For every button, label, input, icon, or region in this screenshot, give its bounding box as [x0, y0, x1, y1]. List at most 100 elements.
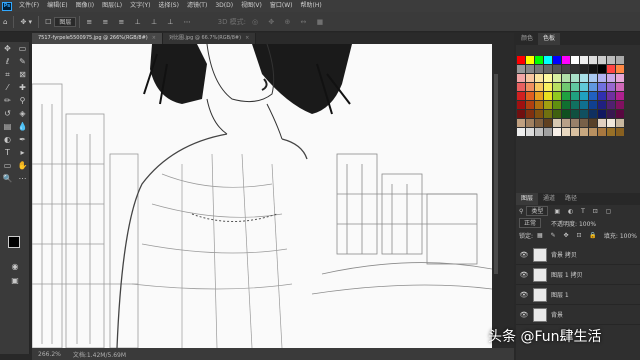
color-swatch[interactable]	[517, 56, 525, 64]
color-swatch[interactable]	[544, 56, 552, 64]
filter-icons[interactable]: ▣ ◐ T ⊡ ▢	[554, 208, 614, 215]
color-swatch[interactable]	[562, 92, 570, 100]
color-swatch[interactable]	[517, 110, 525, 118]
color-swatch[interactable]	[616, 56, 624, 64]
color-swatch[interactable]	[535, 92, 543, 100]
color-swatch[interactable]	[616, 74, 624, 82]
color-swatch[interactable]	[535, 101, 543, 109]
color-swatch[interactable]	[589, 65, 597, 73]
menu-item[interactable]: 窗口(W)	[266, 0, 297, 12]
color-swatch[interactable]	[598, 128, 606, 136]
color-swatch[interactable]	[589, 110, 597, 118]
color-swatch[interactable]	[544, 101, 552, 109]
color-swatch[interactable]	[571, 92, 579, 100]
menu-item[interactable]: 图像(I)	[72, 0, 98, 12]
color-swatch[interactable]	[580, 83, 588, 91]
menu-item[interactable]: 文字(Y)	[126, 0, 154, 12]
color-swatch[interactable]	[535, 56, 543, 64]
color-swatch[interactable]	[562, 119, 570, 127]
color-swatch[interactable]	[544, 128, 552, 136]
color-swatch[interactable]	[571, 56, 579, 64]
color-swatch[interactable]	[553, 119, 561, 127]
menu-item[interactable]: 帮助(H)	[297, 0, 326, 12]
color-swatch[interactable]	[553, 92, 561, 100]
color-swatch[interactable]	[580, 101, 588, 109]
color-swatch[interactable]	[562, 128, 570, 136]
color-swatch[interactable]	[544, 110, 552, 118]
color-swatch[interactable]	[562, 110, 570, 118]
color-swatch[interactable]	[526, 110, 534, 118]
foreground-color-swatch[interactable]	[8, 236, 20, 248]
color-swatch[interactable]	[544, 74, 552, 82]
color-swatch[interactable]	[598, 56, 606, 64]
opacity-label[interactable]: 不透明度: 100%	[551, 219, 596, 228]
color-swatch[interactable]	[580, 74, 588, 82]
color-swatch[interactable]	[544, 119, 552, 127]
eye-icon[interactable]: 👁	[519, 311, 529, 319]
layer-row[interactable]: 👁 背景	[516, 305, 640, 325]
eye-icon[interactable]: 👁	[519, 271, 529, 279]
zoom-tool-row[interactable]: 🔍 ⋯	[0, 172, 30, 185]
color-swatch[interactable]	[535, 74, 543, 82]
color-swatch[interactable]	[526, 83, 534, 91]
color-swatch[interactable]	[517, 101, 525, 109]
document-canvas[interactable]	[32, 44, 492, 348]
menu-item[interactable]: 视图(V)	[237, 0, 266, 12]
screen-mode-icon[interactable]: ▣	[0, 274, 30, 287]
move-tool-row[interactable]: ✥ ▭	[0, 42, 30, 55]
color-swatch[interactable]	[598, 101, 606, 109]
menu-item[interactable]: 3D(D)	[211, 0, 237, 12]
auto-select-checkbox[interactable]: ☐	[45, 18, 51, 26]
color-swatch[interactable]	[598, 74, 606, 82]
tab-layers[interactable]: 图层	[516, 193, 539, 205]
move-tool-icon[interactable]: ✥ ▾	[20, 18, 32, 26]
color-swatch[interactable]	[526, 74, 534, 82]
scroll-thumb[interactable]	[494, 74, 498, 274]
tab-swatches[interactable]: 色板	[538, 33, 561, 45]
color-swatch[interactable]	[562, 65, 570, 73]
color-swatch[interactable]	[544, 83, 552, 91]
eye-icon[interactable]: 👁	[519, 291, 529, 299]
color-swatch[interactable]	[535, 119, 543, 127]
menu-item[interactable]: 编辑(E)	[43, 0, 71, 12]
close-icon[interactable]: ×	[245, 33, 249, 44]
color-swatch[interactable]	[571, 119, 579, 127]
color-swatch[interactable]	[517, 65, 525, 73]
menu-item[interactable]: 图层(L)	[98, 0, 126, 12]
color-swatch[interactable]	[607, 101, 615, 109]
color-swatch[interactable]	[553, 56, 561, 64]
color-swatch[interactable]	[517, 119, 525, 127]
menu-item[interactable]: 选择(S)	[154, 0, 183, 12]
color-swatch[interactable]	[616, 101, 624, 109]
color-swatch[interactable]	[607, 128, 615, 136]
color-swatch[interactable]	[598, 110, 606, 118]
menu-item[interactable]: 文件(F)	[15, 0, 43, 12]
color-swatch[interactable]	[526, 92, 534, 100]
fill-label[interactable]: 填充: 100%	[604, 231, 637, 240]
color-swatch[interactable]	[517, 74, 525, 82]
color-swatch[interactable]	[562, 83, 570, 91]
color-swatch[interactable]	[616, 119, 624, 127]
blend-mode-select[interactable]: 正常	[519, 218, 542, 228]
color-swatch[interactable]	[544, 65, 552, 73]
tab-document-2[interactable]: 对比图.jpg @ 66.7%(RGB/8#) ×	[162, 33, 257, 44]
color-swatch[interactable]	[589, 83, 597, 91]
color-swatch[interactable]	[553, 110, 561, 118]
brush-tool-row[interactable]: ✏ ⚲	[0, 94, 30, 107]
color-swatch[interactable]	[517, 83, 525, 91]
color-swatch[interactable]	[526, 119, 534, 127]
layer-row[interactable]: 👁 图层 1	[516, 285, 640, 305]
color-swatch[interactable]	[571, 74, 579, 82]
shape-tool-row[interactable]: ▭ ✋	[0, 159, 30, 172]
type-tool-row[interactable]: T ▸	[0, 146, 30, 159]
color-swatch[interactable]	[616, 92, 624, 100]
color-swatch[interactable]	[526, 128, 534, 136]
color-swatch[interactable]	[589, 101, 597, 109]
color-swatch[interactable]	[616, 83, 624, 91]
color-swatch[interactable]	[598, 92, 606, 100]
color-swatch[interactable]	[553, 128, 561, 136]
eyedropper-tool-row[interactable]: ⁄ ✚	[0, 81, 30, 94]
home-icon[interactable]: ⌂	[3, 18, 7, 26]
color-swatch[interactable]	[580, 65, 588, 73]
color-swatch[interactable]	[598, 83, 606, 91]
